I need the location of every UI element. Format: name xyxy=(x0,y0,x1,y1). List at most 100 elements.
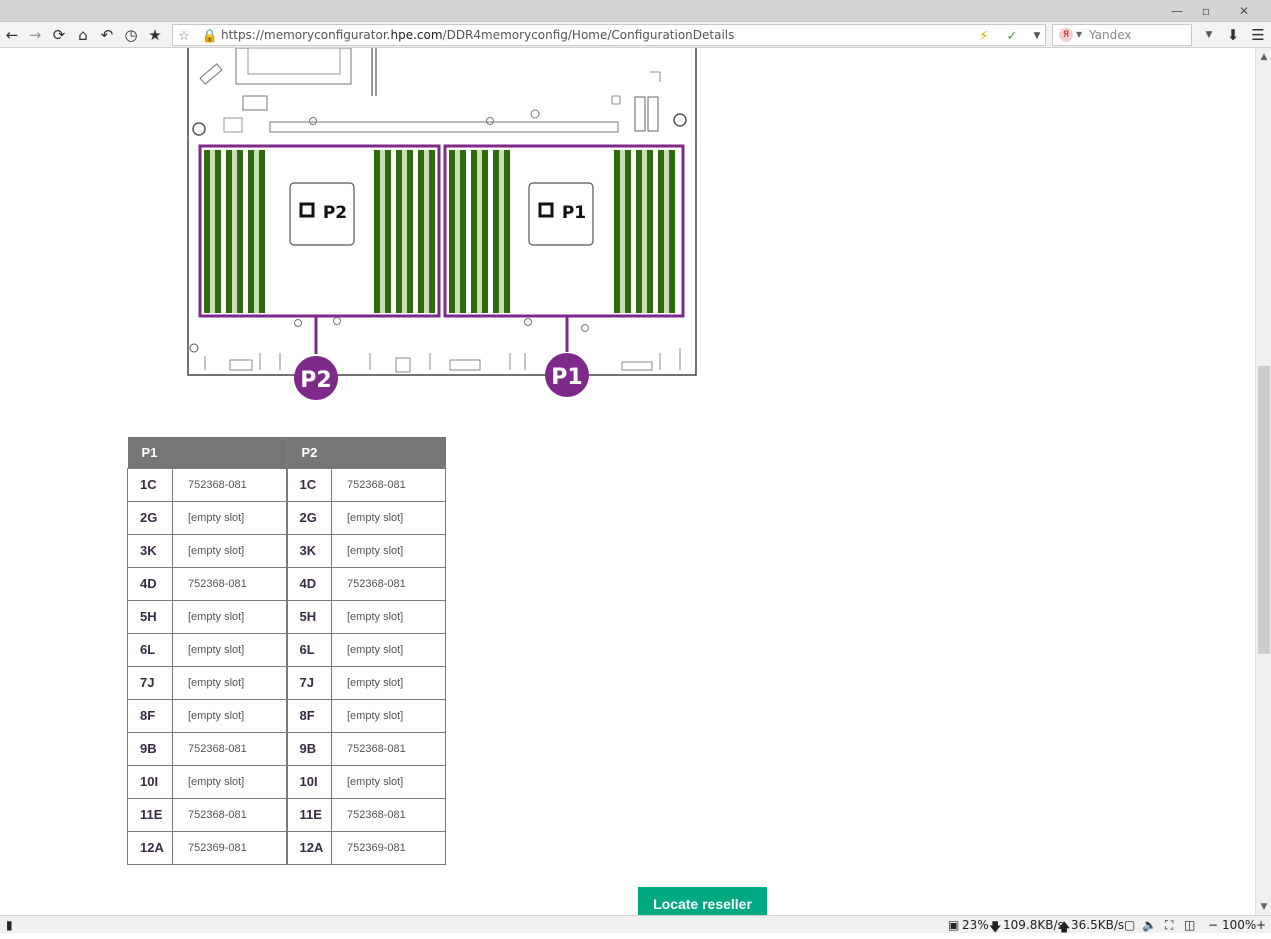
p2-part-number: [empty slot] xyxy=(331,500,446,535)
zoom-in-button[interactable]: + xyxy=(1256,918,1266,932)
badge-p2: P2 xyxy=(294,356,338,400)
p1-part-number: 752368-081 xyxy=(172,797,287,832)
p1-part-number: 752369-081 xyxy=(172,830,287,865)
table-row: 7J [empty slot] 7J [empty slot] xyxy=(127,665,446,700)
scroll-down-icon[interactable]: ▼ xyxy=(1256,900,1271,914)
table-body: 1C 752368-081 1C 752368-081 2G [empty slot] 2G… xyxy=(127,467,446,865)
p2-slot-label: 2G xyxy=(285,500,332,535)
p1-slot-label: 3K xyxy=(127,533,173,568)
scrollbar-thumb[interactable] xyxy=(1258,366,1270,654)
search-engine-dropdown-icon[interactable]: ▼ xyxy=(1076,30,1082,39)
p1-slot-label: 12A xyxy=(127,830,173,865)
p2-part-number: 752368-081 xyxy=(331,797,446,832)
menu-icon[interactable]: ☰ xyxy=(1248,25,1268,45)
p2-slot-label: 8F xyxy=(285,698,332,733)
cpu-p1: P1 xyxy=(528,182,594,246)
locate-reseller-button[interactable]: Locate reseller xyxy=(638,887,767,915)
table-row: 4D 752368-081 4D 752368-081 xyxy=(127,566,446,601)
p1-slot-label: 5H xyxy=(127,599,173,634)
sidebar-toggle-icon[interactable]: ▮ xyxy=(6,918,13,932)
reload-icon[interactable]: ⟳ xyxy=(49,25,69,45)
lock-icon: 🔒 xyxy=(201,28,219,44)
p2-slot-label: 5H xyxy=(285,599,332,634)
table-row: 8F [empty slot] 8F [empty slot] xyxy=(127,698,446,733)
p2-part-number: 752368-081 xyxy=(331,467,446,502)
badge-p1-label: P1 xyxy=(551,365,582,390)
table-row: 10I [empty slot] 10I [empty slot] xyxy=(127,764,446,799)
p2-slot-label: 12A xyxy=(285,830,332,865)
cpu-usage: 23% xyxy=(962,918,989,932)
download-speed: 109.8KB/s xyxy=(1003,918,1064,932)
header-p2: P2 xyxy=(285,437,446,468)
p1-part-number: [empty slot] xyxy=(172,632,287,667)
url-text[interactable]: https://memoryconfigurator.hpe.com/DDR4m… xyxy=(221,28,734,42)
motherboard-diagram: P2 P1 P2 P1 xyxy=(187,48,697,400)
p2-part-number: 752369-081 xyxy=(331,830,446,865)
table-row: 1C 752368-081 1C 752368-081 xyxy=(127,467,446,502)
p1-slot-label: 8F xyxy=(127,698,173,733)
table-row: 12A 752369-081 12A 752369-081 xyxy=(127,830,446,865)
lightning-icon[interactable]: ⚡ xyxy=(975,27,993,45)
p2-part-number: [empty slot] xyxy=(331,632,446,667)
p1-slot-label: 4D xyxy=(127,566,173,601)
dimm-slots-p1-right xyxy=(614,150,675,313)
p2-slot-label: 9B xyxy=(285,731,332,766)
layout-icon[interactable]: ◫ xyxy=(1184,918,1195,932)
zoom-level[interactable]: 100% xyxy=(1222,918,1256,932)
scroll-up-icon[interactable]: ▲ xyxy=(1256,50,1271,64)
p1-slot-label: 1C xyxy=(127,467,173,502)
p2-slot-label: 7J xyxy=(285,665,332,700)
bookmarks-icon[interactable]: ★ xyxy=(145,25,165,45)
p1-part-number: 752368-081 xyxy=(172,731,287,766)
close-button[interactable]: ✕ xyxy=(1224,2,1264,20)
p2-slot-label: 10I xyxy=(285,764,332,799)
cpu-icon: ▣ xyxy=(948,918,960,932)
search-box[interactable]: Я ▼ Yandex xyxy=(1052,24,1192,46)
home-icon[interactable]: ⌂ xyxy=(73,25,93,45)
p1-slot-label: 6L xyxy=(127,632,173,667)
table-row: 5H [empty slot] 5H [empty slot] xyxy=(127,599,446,634)
star-icon[interactable]: ☆ xyxy=(175,27,193,45)
browser-toolbar: ← → ⟳ ⌂ ↶ ◷ ★ ☆ 🔒 https://memoryconfigur… xyxy=(0,22,1271,48)
page-content: P2 P1 P2 P1 P1 P2 1C 752368-081 1C 75236… xyxy=(0,48,1255,915)
p1-slot-label: 7J xyxy=(127,665,173,700)
status-bar: ▮ ▣ 23% 🡇 109.8KB/s 🡅 36.5KB/s ▢ 🔈 ⛶ ◫ −… xyxy=(0,915,1271,934)
back-icon[interactable]: ← xyxy=(2,25,22,45)
p2-part-number: 752368-081 xyxy=(331,566,446,601)
sound-icon[interactable]: 🔈 xyxy=(1142,918,1157,932)
p2-slot-label: 4D xyxy=(285,566,332,601)
badge-p1: P1 xyxy=(545,353,589,397)
chevron-down-icon[interactable]: ▼ xyxy=(1028,27,1046,45)
search-placeholder: Yandex xyxy=(1089,28,1132,42)
p2-part-number: [empty slot] xyxy=(331,764,446,799)
cpu-p1-label: P1 xyxy=(562,203,586,223)
forward-icon[interactable]: → xyxy=(25,25,45,45)
dimm-slots-p2-right xyxy=(374,150,435,313)
p2-slot-label: 3K xyxy=(285,533,332,568)
p2-slot-label: 11E xyxy=(285,797,332,832)
fullscreen-icon[interactable]: ⛶ xyxy=(1165,918,1173,933)
block-icon[interactable]: ▢ xyxy=(1124,918,1135,932)
upload-arrow-icon: 🡅 xyxy=(1058,920,1071,934)
p2-part-number: 752368-081 xyxy=(331,731,446,766)
extension-icon[interactable]: ✓ xyxy=(1003,27,1021,45)
download-icon[interactable]: ⬇ xyxy=(1223,25,1243,45)
vertical-scrollbar[interactable]: ▲ ▼ xyxy=(1255,48,1271,915)
p2-part-number: [empty slot] xyxy=(331,665,446,700)
p1-slot-label: 9B xyxy=(127,731,173,766)
cpu-p2: P2 xyxy=(289,182,355,246)
minimize-button[interactable]: — xyxy=(1164,2,1190,20)
p2-part-number: [empty slot] xyxy=(331,698,446,733)
p1-slot-label: 2G xyxy=(127,500,173,535)
p1-part-number: [empty slot] xyxy=(172,599,287,634)
undo-icon[interactable]: ↶ xyxy=(97,25,117,45)
search-dropdown-icon[interactable]: ▼ xyxy=(1199,25,1219,45)
p1-part-number: 752368-081 xyxy=(172,566,287,601)
p1-slot-label: 11E xyxy=(127,797,173,832)
restore-button[interactable]: ▫ xyxy=(1193,2,1219,20)
p1-part-number: [empty slot] xyxy=(172,764,287,799)
cpu-p2-label: P2 xyxy=(323,203,347,223)
address-bar[interactable]: ☆ 🔒 https://memoryconfigurator.hpe.com/D… xyxy=(172,24,1046,46)
zoom-out-button[interactable]: − xyxy=(1208,918,1218,932)
history-icon[interactable]: ◷ xyxy=(121,25,141,45)
